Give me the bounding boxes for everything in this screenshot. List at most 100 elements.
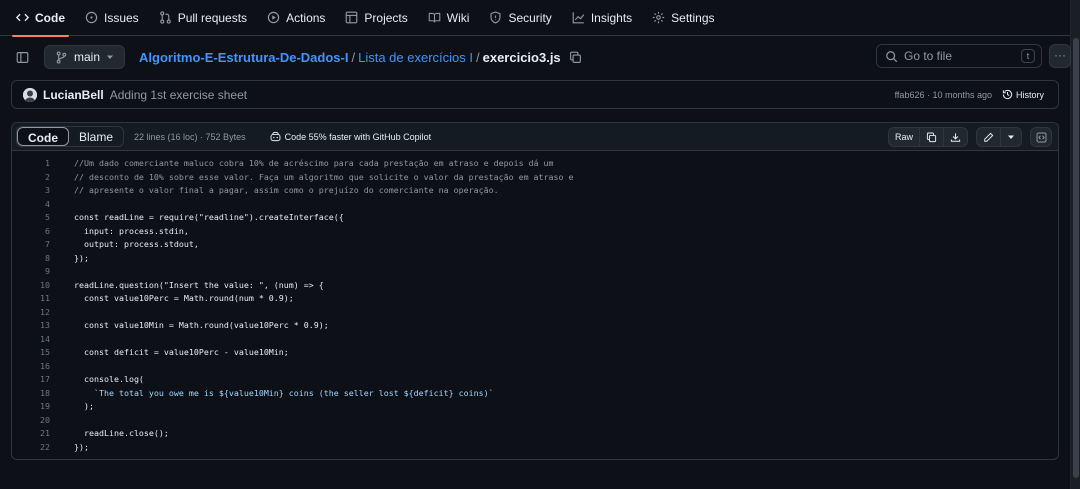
symbols-panel-button[interactable] (1030, 127, 1052, 147)
code-text: ); (74, 401, 94, 411)
code-view[interactable]: 1 //Um dado comerciante maluco cobra 10% … (12, 151, 1058, 454)
code-text: // desconto de 10% sobre esse valor. Faç… (74, 171, 574, 182)
sidebar-expand-icon (16, 51, 29, 64)
tab-label: Settings (671, 10, 715, 25)
line-number[interactable]: 15 (12, 346, 50, 360)
caret-down-icon (1007, 133, 1015, 141)
breadcrumb-repo-link[interactable]: Algoritmo-E-Estrutura-De-Dados-I (139, 50, 348, 65)
go-to-file-placeholder: Go to file (904, 49, 953, 63)
blame-view-button[interactable]: Blame (69, 127, 123, 146)
code-line: 10 readLine.question("Insert the value: "… (12, 279, 1058, 293)
code-line: 20 (12, 414, 1058, 428)
code-text: }); (74, 441, 89, 452)
scrollbar-thumb[interactable] (1073, 38, 1079, 478)
breadcrumb-folder-link[interactable]: Lista de exercícios I (358, 50, 473, 65)
line-number[interactable]: 13 (12, 319, 50, 333)
copy-raw-button[interactable] (920, 128, 944, 146)
go-to-file-input[interactable]: Go to file t (876, 44, 1042, 68)
copilot-promo-link[interactable]: Code 55% faster with GitHub Copilot (270, 131, 431, 142)
line-number[interactable]: 8 (12, 252, 50, 266)
code-line: 21 readLine.close(); (12, 427, 1058, 441)
tab-pull-requests[interactable]: Pull requests (159, 0, 247, 36)
line-number[interactable]: 9 (12, 265, 50, 279)
line-number[interactable]: 4 (12, 198, 50, 212)
more-options-button[interactable]: ··· (1049, 44, 1071, 68)
view-mode-toggle: Code Blame (16, 126, 125, 147)
line-number[interactable]: 22 (12, 441, 50, 455)
line-number[interactable]: 11 (12, 292, 50, 306)
tab-issues[interactable]: Issues (85, 0, 139, 36)
tab-label: Wiki (446, 10, 470, 25)
tab-security[interactable]: Security (489, 0, 552, 36)
raw-copy-download-group: Raw (887, 127, 968, 147)
file-header: Code Blame 22 lines (16 loc) · 752 Bytes… (12, 123, 1058, 151)
code-line: 9 (12, 265, 1058, 279)
code-line: 12 (12, 306, 1058, 320)
pencil-icon (983, 132, 994, 143)
tab-actions[interactable]: Actions (267, 0, 325, 36)
line-number[interactable]: 3 (12, 184, 50, 198)
commit-author-link[interactable]: LucianBell (43, 88, 104, 102)
code-text: const deficit = value10Perc - value10Min… (74, 347, 289, 357)
line-number[interactable]: 2 (12, 171, 50, 185)
code-view-button[interactable]: Code (17, 127, 69, 146)
code-line: 3 // apresente o valor final a pagar, ass… (12, 184, 1058, 198)
copy-path-icon[interactable] (569, 51, 582, 64)
line-number[interactable]: 5 (12, 211, 50, 225)
history-icon (1002, 89, 1013, 100)
line-number[interactable]: 7 (12, 238, 50, 252)
tab-label: Projects (364, 10, 408, 25)
line-number[interactable]: 16 (12, 360, 50, 374)
line-number[interactable]: 1 (12, 157, 50, 171)
code-text: console.log( (74, 374, 144, 384)
tab-settings[interactable]: Settings (652, 0, 715, 36)
code-line: 6 input: process.stdin, (12, 225, 1058, 239)
page-scrollbar[interactable] (1070, 0, 1080, 489)
line-number[interactable]: 12 (12, 306, 50, 320)
breadcrumb-file-name: exercicio3.js (482, 49, 561, 65)
code-line: 13 const value10Min = Math.round(value10… (12, 319, 1058, 333)
code-line: 14 (12, 333, 1058, 347)
code-text: const readLine = require("readline").cre… (74, 212, 344, 222)
commit-hash-and-time[interactable]: ffab626 · 10 months ago (895, 90, 992, 100)
history-label: History (1015, 89, 1044, 100)
commit-message-link[interactable]: Adding 1st exercise sheet (110, 88, 247, 102)
raw-button[interactable]: Raw (889, 128, 920, 146)
line-number[interactable]: 14 (12, 333, 50, 347)
caret-down-icon (106, 53, 114, 61)
line-number[interactable]: 21 (12, 427, 50, 441)
graph-icon (572, 11, 585, 24)
line-number[interactable]: 19 (12, 400, 50, 414)
code-text: // apresente o valor final a pagar, assi… (74, 185, 499, 195)
tab-projects[interactable]: Projects (345, 0, 408, 36)
line-number[interactable]: 17 (12, 373, 50, 387)
edit-options-dropdown[interactable] (1001, 128, 1021, 146)
code-line: 19 ); (12, 400, 1058, 414)
history-button[interactable]: History (1002, 89, 1044, 100)
line-number[interactable]: 10 (12, 279, 50, 293)
line-number[interactable]: 18 (12, 387, 50, 401)
code-text: `The total you owe me is ${value10Min} c… (74, 387, 494, 398)
code-line: 22}); (12, 441, 1058, 455)
edit-file-button[interactable] (977, 128, 1001, 146)
tab-label: Code (35, 10, 65, 25)
line-number[interactable]: 20 (12, 414, 50, 428)
path-bar: main Algoritmo-E-Estrutura-De-Dados-I / … (12, 44, 1071, 70)
code-line: 11 const value10Perc = Math.round(num * … (12, 292, 1058, 306)
tab-code[interactable]: Code (12, 0, 69, 37)
pull-request-icon (159, 11, 172, 24)
branch-selector-button[interactable]: main (44, 45, 126, 69)
line-number[interactable]: 6 (12, 225, 50, 239)
search-icon (885, 50, 898, 63)
tab-wiki[interactable]: Wiki (428, 0, 470, 36)
tab-insights[interactable]: Insights (572, 0, 632, 36)
download-button[interactable] (944, 128, 967, 146)
sidebar-toggle-button[interactable] (12, 47, 32, 67)
avatar[interactable] (23, 87, 37, 102)
tab-label: Insights (590, 10, 633, 25)
code-icon (16, 11, 29, 24)
